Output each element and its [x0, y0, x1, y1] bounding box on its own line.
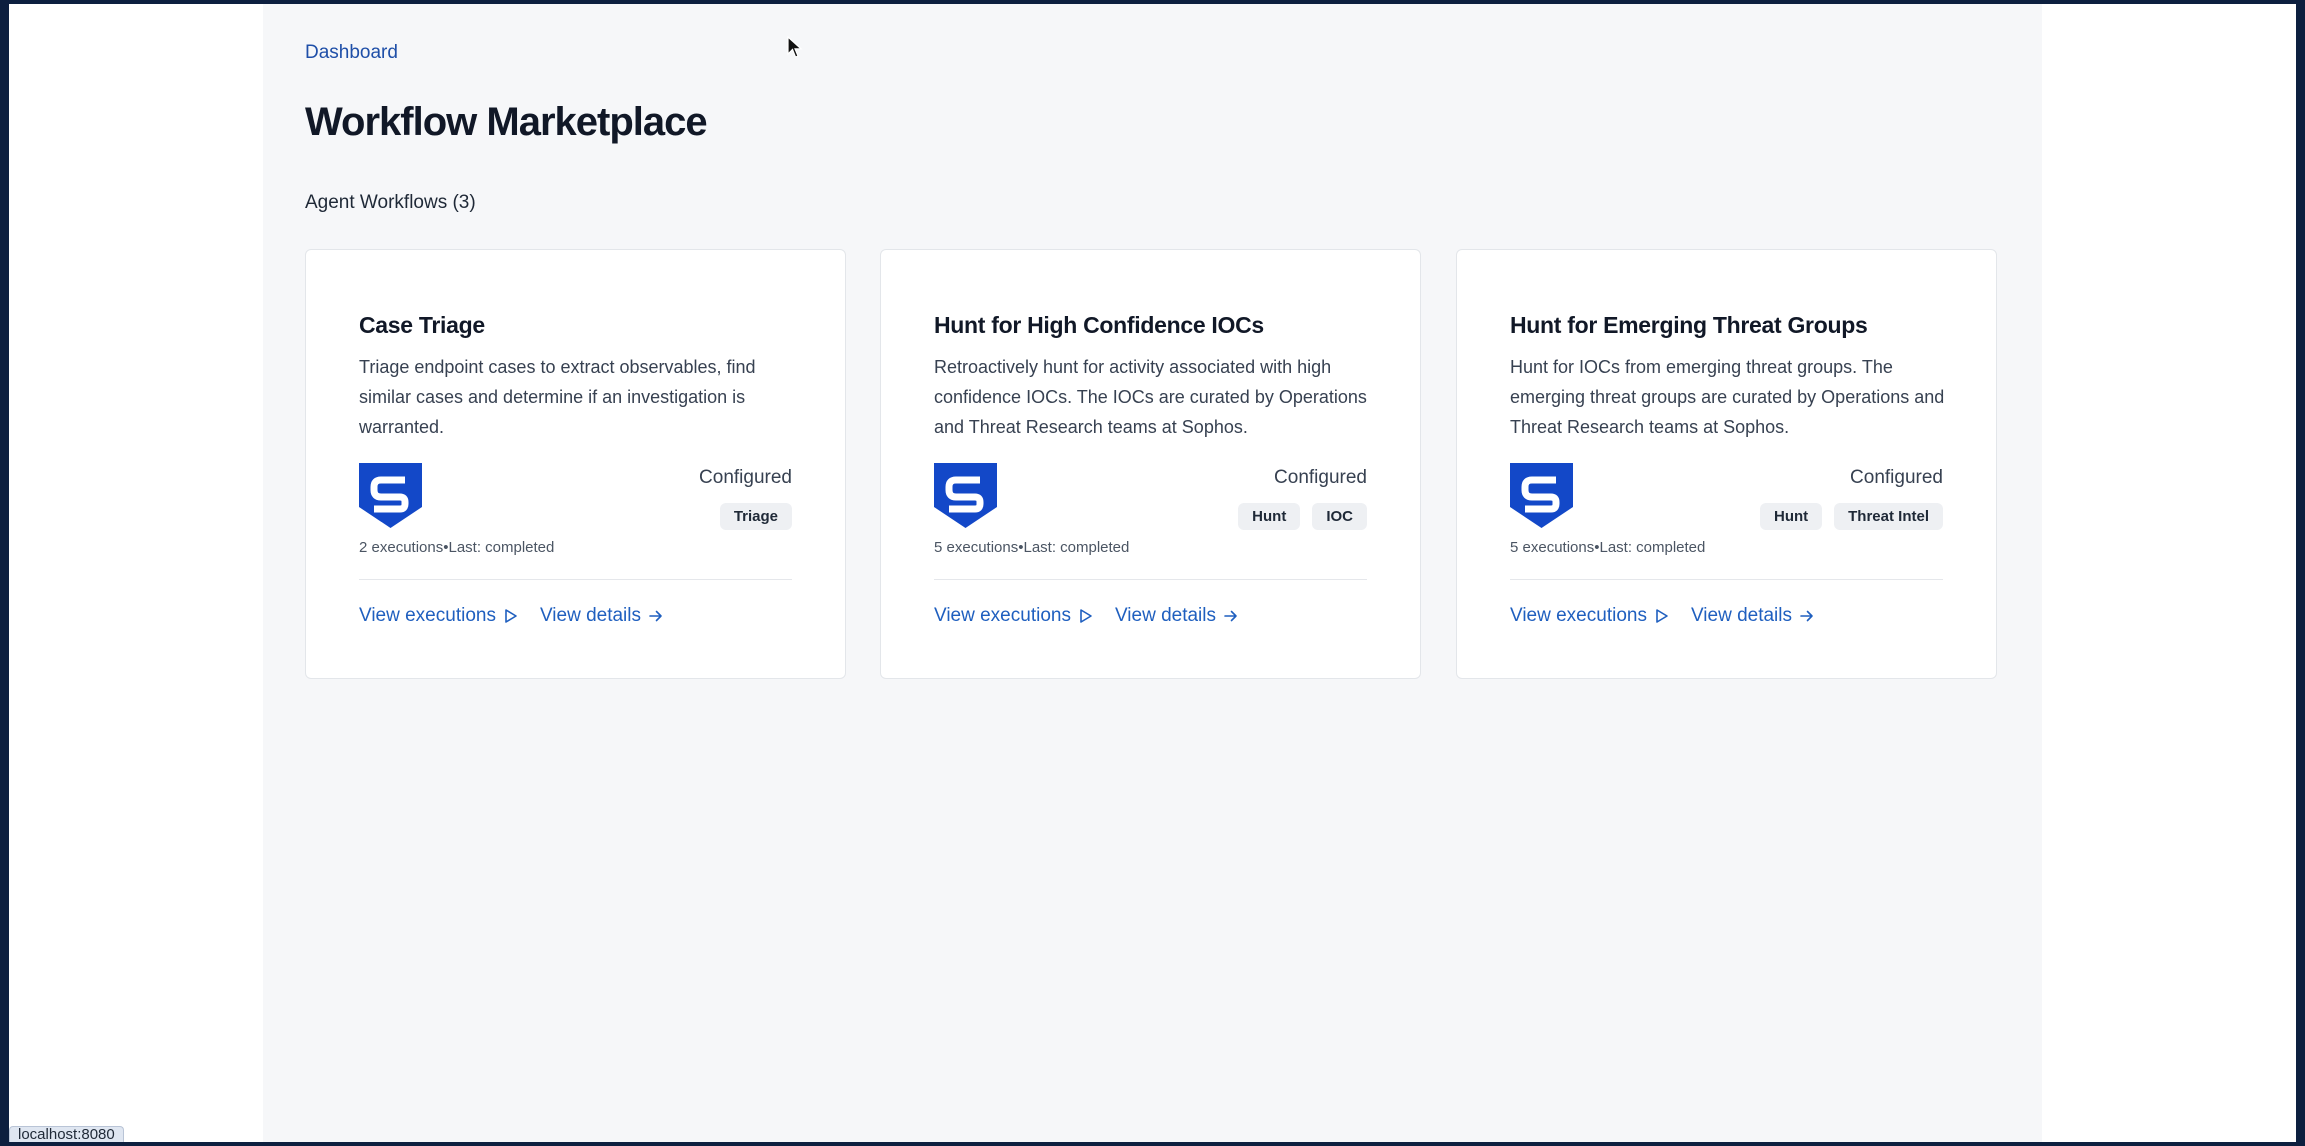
arrow-right-icon	[1800, 610, 1813, 622]
view-details-label: View details	[1690, 605, 1792, 626]
browser-viewport: Dashboard Workflow Marketplace Agent Wor…	[9, 4, 2296, 1142]
card-description: Triage endpoint cases to extract observa…	[359, 357, 756, 437]
card-status: Configured	[1274, 467, 1367, 488]
mouse-pointer-icon	[787, 36, 803, 58]
card-actions: View executions View details	[934, 605, 1238, 627]
tag: IOC	[1312, 503, 1367, 530]
card-status: Configured	[699, 467, 792, 488]
card-divider	[1510, 579, 1943, 580]
card-execution-meta: 2 executions•Last: completed	[359, 539, 555, 556]
play-icon	[505, 609, 517, 623]
card-divider	[359, 579, 792, 580]
card-divider	[934, 579, 1367, 580]
card-tags: Hunt Threat Intel	[1759, 503, 1943, 530]
workflow-card: Case Triage Triage endpoint cases to ext…	[305, 249, 846, 679]
main-content: Dashboard Workflow Marketplace Agent Wor…	[263, 4, 2042, 1142]
card-description: Retroactively hunt for activity associat…	[934, 357, 1367, 437]
view-details-label: View details	[539, 605, 641, 626]
card-status: Configured	[1850, 467, 1943, 488]
tag: Threat Intel	[1834, 503, 1943, 530]
view-details-label: View details	[1114, 605, 1216, 626]
sophos-logo-icon	[1510, 463, 1573, 528]
card-title: Hunt for Emerging Threat Groups	[1510, 312, 1868, 338]
view-details-link[interactable]: View details	[540, 605, 663, 627]
view-executions-label: View executions	[1510, 605, 1647, 626]
card-execution-meta: 5 executions•Last: completed	[934, 539, 1130, 556]
card-description: Hunt for IOCs from emerging threat group…	[1510, 357, 1945, 437]
card-title: Case Triage	[359, 312, 485, 338]
arrow-right-icon	[1224, 610, 1237, 622]
view-details-link[interactable]: View details	[1691, 605, 1814, 627]
card-actions: View executions View details	[1510, 605, 1814, 627]
tag: Hunt	[1238, 503, 1301, 530]
card-title: Hunt for High Confidence IOCs	[934, 312, 1264, 338]
view-executions-label: View executions	[359, 605, 496, 626]
card-actions: View executions View details	[359, 605, 663, 627]
play-icon	[1656, 609, 1668, 623]
card-execution-meta: 5 executions•Last: completed	[1510, 539, 1706, 556]
page-title: Workflow Marketplace	[305, 100, 708, 144]
section-label-agent-workflows: Agent Workflows (3)	[305, 192, 476, 213]
tag: Hunt	[1759, 503, 1823, 530]
card-tags: Triage	[719, 503, 792, 530]
card-tags: Hunt IOC	[1238, 503, 1367, 530]
view-executions-label: View executions	[934, 605, 1071, 626]
view-executions-link[interactable]: View executions	[934, 605, 1093, 627]
workflow-card: Hunt for High Confidence IOCs Retroactiv…	[880, 249, 1421, 679]
arrow-right-icon	[649, 610, 662, 622]
view-executions-link[interactable]: View executions	[1510, 605, 1669, 627]
sophos-logo-icon	[934, 463, 997, 528]
play-icon	[1080, 609, 1092, 623]
view-details-link[interactable]: View details	[1115, 605, 1238, 627]
tag: Triage	[719, 503, 792, 530]
view-executions-link[interactable]: View executions	[359, 605, 518, 627]
workflow-card: Hunt for Emerging Threat Groups Hunt for…	[1456, 249, 1997, 679]
sophos-logo-icon	[359, 463, 422, 528]
browser-status-bar-url: localhost:8080	[9, 1126, 124, 1142]
breadcrumb-dashboard-link[interactable]: Dashboard	[305, 42, 398, 64]
